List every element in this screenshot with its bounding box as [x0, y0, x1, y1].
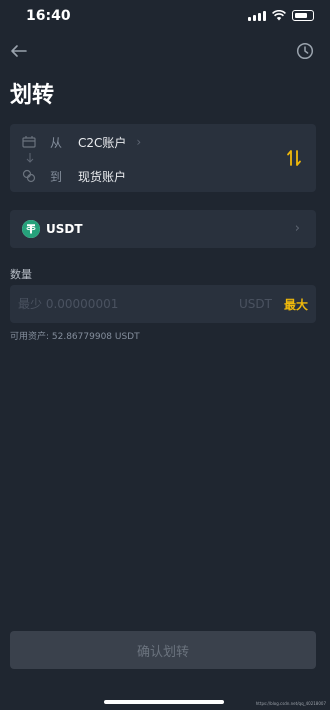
status-bar: 16:40 [0, 0, 330, 34]
watermark: https://blog.csdn.net/qq_40218007 [255, 701, 326, 706]
to-account-icon [22, 169, 36, 183]
coin-selector[interactable]: USDT › [10, 210, 316, 248]
chevron-right-icon: › [294, 221, 300, 236]
wifi-icon [272, 10, 286, 21]
to-account-row[interactable]: 到 现货账户 [22, 166, 126, 186]
arrow-down-icon [26, 153, 34, 163]
amount-label: 数量 [10, 268, 32, 281]
from-label: 从 [50, 135, 63, 150]
signal-icon [248, 10, 266, 21]
amount-unit: USDT [239, 297, 272, 311]
amount-input[interactable] [18, 294, 198, 314]
usdt-logo-icon [22, 220, 40, 238]
to-label: 到 [50, 169, 63, 184]
transfer-accounts-card: 从 C2C账户 › 到 现货账户 [10, 124, 316, 192]
from-account-row[interactable]: 从 C2C账户 › [22, 132, 141, 152]
battery-icon [292, 10, 314, 21]
status-time: 16:40 [26, 8, 71, 24]
chevron-right-icon: › [136, 135, 142, 149]
to-account-value: 现货账户 [78, 169, 127, 184]
home-indicator[interactable] [104, 700, 224, 704]
confirm-transfer-button[interactable]: 确认划转 [10, 631, 316, 669]
available-balance: 可用资产: 52.86779908 USDT [10, 332, 140, 342]
from-account-icon [22, 136, 36, 148]
page-title: 划转 [10, 83, 55, 108]
coin-name: USDT [46, 222, 83, 236]
from-account-value: C2C账户 [78, 135, 127, 150]
swap-accounts-icon[interactable] [284, 148, 304, 168]
amount-field-container: USDT 最大 [10, 285, 316, 323]
back-arrow-icon[interactable] [10, 42, 28, 60]
history-clock-icon[interactable] [296, 42, 314, 60]
max-amount-button[interactable]: 最大 [284, 296, 308, 313]
status-icons [248, 10, 314, 21]
